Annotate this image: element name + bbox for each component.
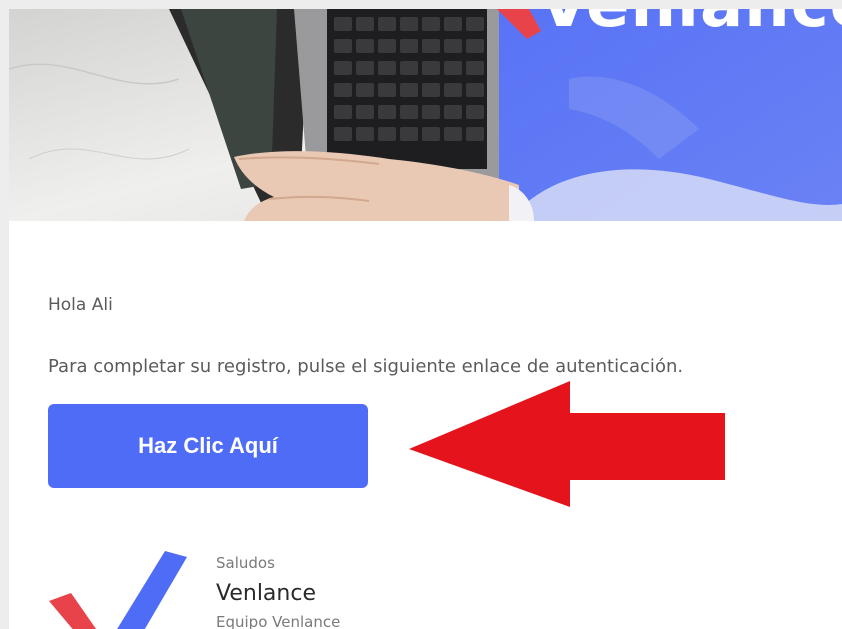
signature-team: Equipo Venlance (216, 613, 341, 629)
email-frame: Venlance Hola Ali Para completar su regi… (9, 9, 842, 629)
red-arrow-left-icon (409, 381, 725, 507)
signature-name: Venlance (216, 581, 316, 606)
greeting-text: Hola Ali (48, 295, 113, 315)
signature-greeting: Saludos (216, 554, 275, 572)
hero-brand-text: Venlance (539, 9, 842, 37)
message-text: Para completar su registro, pulse el sig… (48, 356, 684, 377)
cta-button[interactable]: Haz Clic Aquí (48, 404, 368, 488)
hero-banner: Venlance (9, 9, 842, 221)
venlance-check-logo-icon (49, 551, 187, 629)
